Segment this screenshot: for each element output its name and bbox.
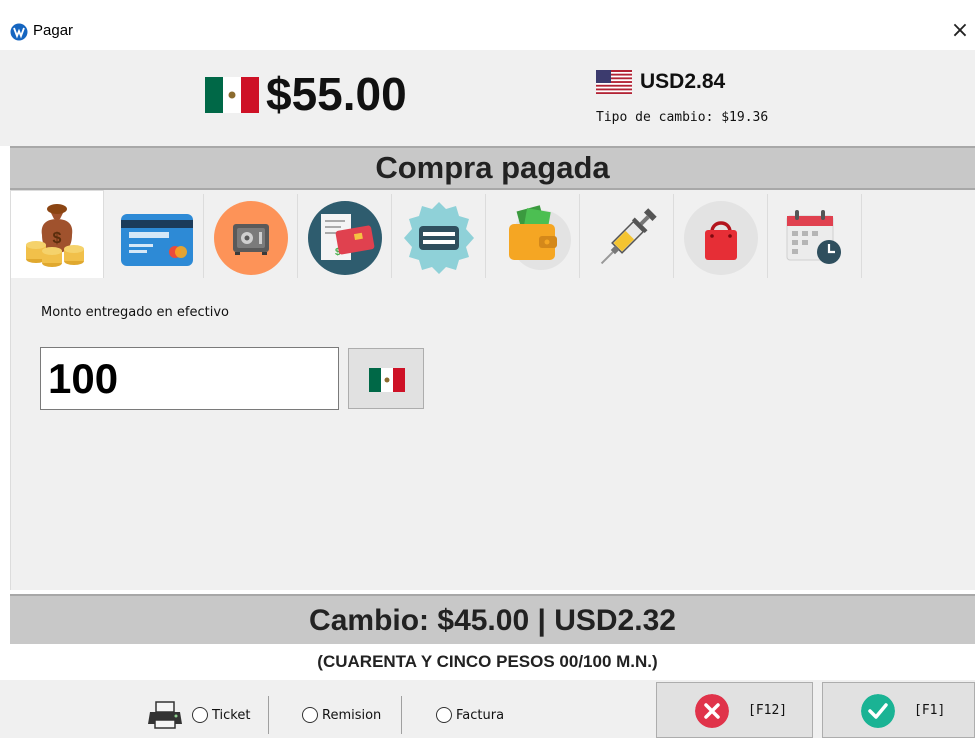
svg-text:$: $ [53, 230, 62, 247]
total-amount-usd: USD2.84 [640, 70, 726, 93]
confirm-shortcut: [F1] [914, 703, 946, 718]
radio-remision[interactable]: Remision [302, 705, 381, 725]
money-bag-coins-icon: $ [26, 204, 84, 267]
printer-icon [148, 701, 182, 729]
tab-calendar[interactable] [768, 194, 862, 278]
radio-circle [436, 707, 452, 723]
payment-method-tabs: $ $ [10, 190, 975, 278]
close-button[interactable]: × [945, 16, 975, 46]
cancel-button[interactable]: [F12] [656, 682, 813, 738]
usa-flag-icon [596, 70, 632, 94]
tab-check[interactable] [392, 194, 486, 278]
safe-vault-icon [214, 201, 288, 275]
shopping-bag-icon [684, 201, 758, 275]
radio-factura[interactable]: Factura [436, 705, 504, 725]
radio-label-remision: Remision [322, 707, 382, 723]
mexico-flag-icon [369, 368, 405, 392]
tab-safe[interactable] [204, 194, 298, 278]
confirm-button[interactable]: [F1] [822, 682, 975, 738]
title-bar: Pagar × [0, 0, 975, 50]
tab-syringe[interactable] [580, 194, 674, 278]
window-title: Pagar [33, 22, 74, 39]
radio-label-factura: Factura [456, 707, 505, 723]
exchange-rate: Tipo de cambio: $19.36 [596, 110, 769, 125]
check-badge-icon [404, 202, 474, 274]
radio-circle [302, 707, 318, 723]
syringe-icon [600, 208, 657, 265]
cash-amount-input[interactable] [40, 347, 339, 410]
wallet-icon [509, 205, 571, 270]
close-circle-icon [695, 694, 729, 728]
change-summary: Cambio: $45.00 | USD2.32 [10, 594, 975, 644]
calendar-clock-icon [786, 210, 841, 264]
currency-toggle-button[interactable] [348, 348, 424, 409]
amount-header [0, 50, 975, 146]
radio-ticket[interactable]: Ticket [192, 705, 250, 725]
radio-circle [192, 707, 208, 723]
receipt-card-icon: $ [308, 201, 382, 275]
tab-cash[interactable]: $ [10, 190, 104, 278]
tab-shopping-bag[interactable] [674, 194, 768, 278]
credit-card-icon [121, 214, 193, 266]
radio-label-ticket: Ticket [212, 707, 251, 723]
cash-payment-panel [10, 278, 975, 590]
total-amount-mxn: $55.00 [266, 68, 407, 120]
divider [401, 696, 402, 734]
tab-wallet[interactable] [486, 194, 580, 278]
tab-receipt-card[interactable]: $ [298, 194, 392, 278]
cancel-shortcut: [F12] [748, 703, 788, 718]
cash-amount-label: Monto entregado en efectivo [41, 305, 229, 320]
tab-credit-card[interactable] [110, 194, 204, 278]
check-circle-icon [861, 694, 895, 728]
payment-status-banner: Compra pagada [10, 146, 975, 190]
divider [268, 696, 269, 734]
app-logo-icon [10, 23, 28, 41]
change-in-words: (CUARENTA Y CINCO PESOS 00/100 M.N.) [317, 652, 658, 671]
mexico-flag-icon [205, 77, 259, 113]
